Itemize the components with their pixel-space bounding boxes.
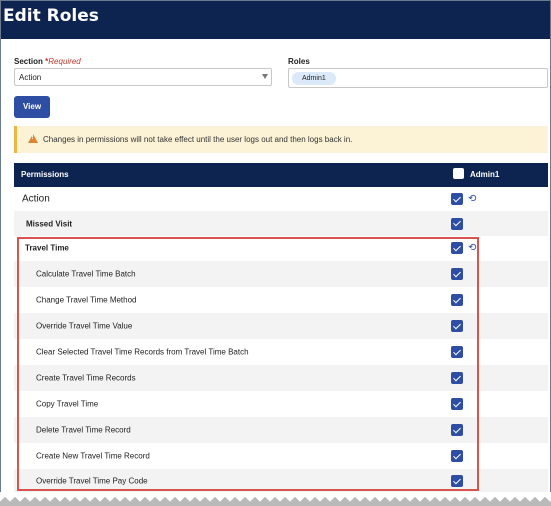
permission-checkbox[interactable]	[451, 372, 463, 384]
section-label-group: Section *Required	[14, 57, 81, 66]
section-select-value: Action	[19, 73, 42, 82]
permission-row-missed-visit: Missed Visit	[14, 211, 548, 236]
permission-row: Change Travel Time Method	[14, 287, 548, 313]
permission-row: Override Travel Time Value	[14, 313, 548, 339]
permission-label: Override Travel Time Value	[36, 321, 133, 331]
permission-row-travel-time: Travel Time ⟲	[14, 237, 548, 259]
permission-checkbox[interactable]	[451, 193, 463, 205]
chevron-down-icon[interactable]	[262, 74, 268, 79]
section-label: Section	[14, 57, 43, 66]
permission-label: Create New Travel Time Record	[36, 451, 150, 461]
permission-checkbox[interactable]	[451, 242, 463, 254]
notice-text: Changes in permissions will not take eff…	[43, 135, 353, 144]
permission-label: Calculate Travel Time Batch	[36, 269, 136, 279]
permission-label: Copy Travel Time	[36, 399, 99, 409]
permission-checkbox[interactable]	[451, 398, 463, 410]
permission-label: Travel Time	[25, 243, 69, 253]
reset-icon[interactable]: ⟲	[468, 194, 476, 205]
role-chip[interactable]: Admin1	[292, 72, 336, 85]
roles-label: Roles	[288, 57, 310, 66]
view-button[interactable]: View	[14, 96, 50, 118]
permission-row: Copy Travel Time	[14, 391, 548, 417]
warning-icon-mark: !	[31, 135, 34, 141]
roles-multiselect[interactable]: Admin1	[288, 68, 548, 88]
permission-checkbox[interactable]	[451, 424, 463, 436]
permission-label: Create Travel Time Records	[36, 373, 136, 383]
permission-checkbox[interactable]	[451, 217, 463, 230]
permission-row: Calculate Travel Time Batch	[14, 261, 548, 287]
permission-checkbox[interactable]	[451, 320, 463, 332]
permission-label: Action	[22, 193, 50, 205]
permission-row: Override Travel Time Pay Code	[14, 469, 548, 493]
permissions-header: Permissions Admin1	[14, 163, 548, 187]
title-bar: Edit Roles	[1, 1, 550, 39]
role-column-label: Admin1	[470, 170, 500, 179]
permission-checkbox[interactable]	[451, 475, 463, 487]
permission-row: Create New Travel Time Record	[14, 443, 548, 469]
edit-roles-window: Edit Roles Section *Required Action Role…	[0, 0, 551, 506]
torn-edge-divider	[0, 492, 551, 506]
permission-row: Clear Selected Travel Time Records from …	[14, 339, 548, 365]
permission-checkbox[interactable]	[451, 268, 463, 280]
select-all-admin1-checkbox[interactable]	[453, 168, 464, 179]
permission-label: Override Travel Time Pay Code	[36, 476, 148, 486]
permission-checkbox[interactable]	[451, 294, 463, 306]
permission-label: Delete Travel Time Record	[36, 425, 131, 435]
permission-row-action: Action ⟲	[14, 187, 548, 211]
permission-row: Create Travel Time Records	[14, 365, 548, 391]
permission-row: Delete Travel Time Record	[14, 417, 548, 443]
permissions-notice: ! Changes in permissions will not take e…	[14, 126, 548, 153]
page-title: Edit Roles	[3, 6, 99, 26]
permission-label: Change Travel Time Method	[36, 295, 137, 305]
reset-icon[interactable]: ⟲	[468, 243, 476, 254]
permission-checkbox[interactable]	[451, 346, 463, 358]
permissions-column-label: Permissions	[21, 170, 69, 179]
permission-label: Missed Visit	[26, 219, 73, 228]
permission-checkbox[interactable]	[451, 450, 463, 462]
section-select[interactable]: Action	[14, 68, 272, 86]
permission-label: Clear Selected Travel Time Records from …	[36, 347, 249, 357]
required-text: Required	[48, 57, 81, 66]
